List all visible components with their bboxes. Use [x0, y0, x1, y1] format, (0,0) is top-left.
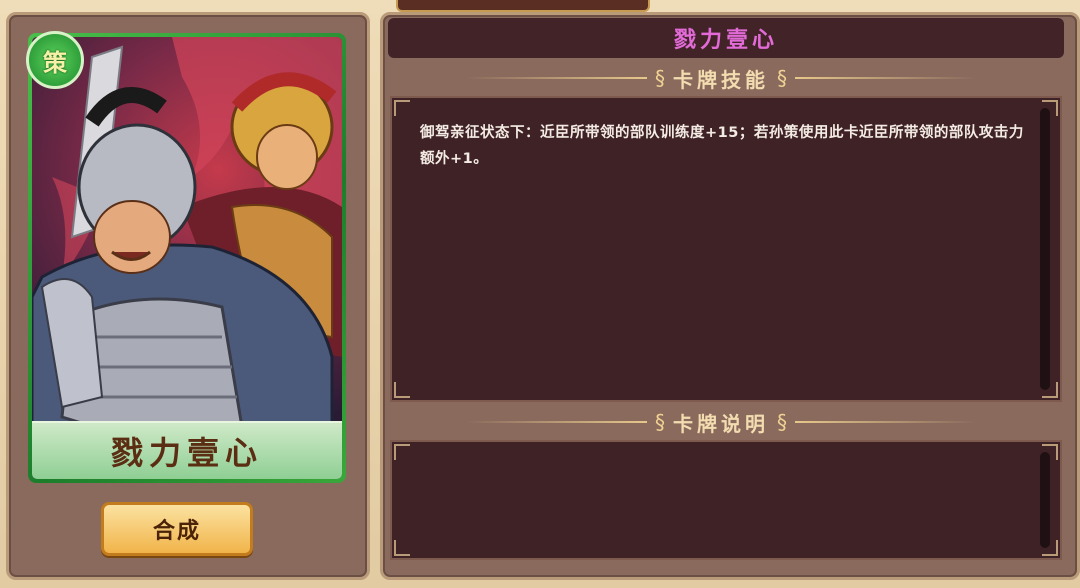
swirl-ornament-icon: § [655, 410, 665, 434]
corner-ornament-icon [394, 540, 410, 556]
desc-section-header: § 卡牌说明 § [466, 408, 976, 436]
faction-badge-label: 策 [43, 47, 67, 77]
corner-ornament-icon [394, 382, 410, 398]
faction-badge-icon: 策 [26, 31, 84, 89]
card-name: 戮力壹心 [110, 434, 263, 472]
card-title-bar: 戮力壹心 [388, 18, 1064, 58]
card-artwork: 戮力壹心 [32, 37, 342, 479]
card-name-banner: 戮力壹心 [32, 421, 342, 479]
desc-text-box[interactable] [390, 440, 1062, 560]
corner-ornament-icon [394, 100, 410, 116]
corner-ornament-icon [394, 444, 410, 460]
header-divider [466, 77, 647, 79]
swirl-ornament-icon: § [655, 66, 665, 90]
desc-section-title: 卡牌说明 [673, 411, 769, 436]
card-frame: 戮力壹心 策 [26, 31, 346, 483]
header-divider [466, 421, 647, 423]
swirl-ornament-icon: § [777, 410, 787, 434]
combine-button[interactable]: 合成 [101, 502, 253, 556]
header-divider [795, 421, 976, 423]
skill-section-header: § 卡牌技能 § [466, 64, 976, 92]
skill-text-box[interactable]: 御驾亲征状态下：近臣所带领的部队训练度+15；若孙策使用此卡近臣所带领的部队攻击… [390, 96, 1062, 402]
top-tab-decoration [396, 0, 650, 12]
swirl-ornament-icon: § [777, 66, 787, 90]
card-illustration [32, 37, 342, 479]
desc-scrollbar[interactable] [1040, 452, 1050, 548]
skill-section-title: 卡牌技能 [673, 67, 769, 92]
header-divider [795, 77, 976, 79]
skill-scrollbar[interactable] [1040, 108, 1050, 390]
card-title: 戮力壹心 [673, 28, 778, 53]
skill-description: 御驾亲征状态下：近臣所带领的部队训练度+15；若孙策使用此卡近臣所带领的部队攻击… [420, 125, 1024, 167]
combine-button-label: 合成 [152, 519, 201, 544]
